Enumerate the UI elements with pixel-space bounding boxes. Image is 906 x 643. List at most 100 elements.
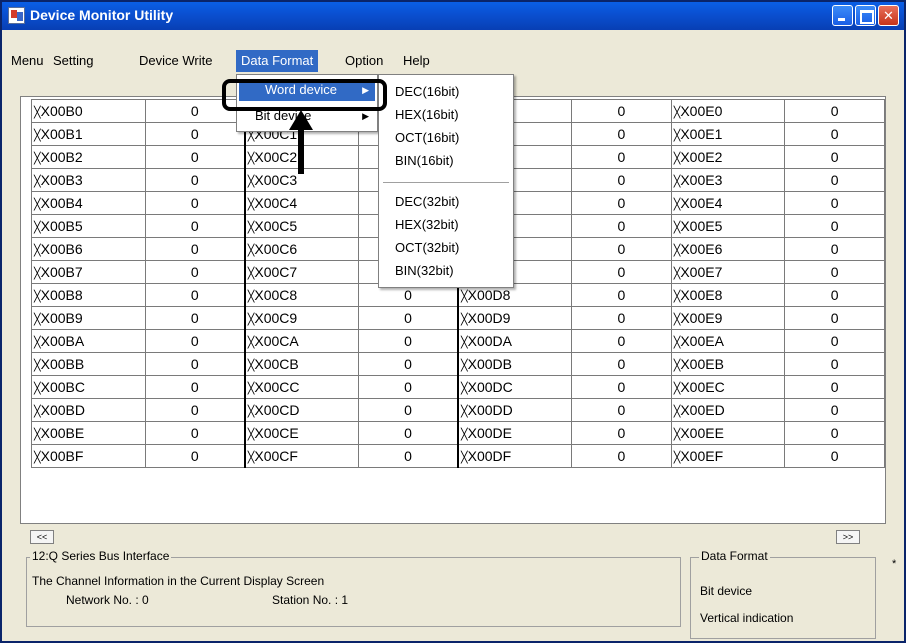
device-address-cell: X00C5 [243,214,359,238]
device-value-cell[interactable]: 0 [571,214,672,238]
device-value-cell[interactable]: 0 [784,352,885,376]
device-value-cell[interactable]: 0 [571,283,672,307]
device-value-cell[interactable]: 0 [784,99,885,123]
device-value-cell[interactable]: 0 [357,375,459,399]
device-value-cell[interactable]: 0 [144,306,246,330]
menu-data-format[interactable]: Data Format [236,50,319,72]
device-value-cell[interactable]: 0 [357,329,459,353]
device-value-cell[interactable]: 0 [357,421,459,445]
device-value-cell[interactable]: 0 [784,421,885,445]
menu-setting[interactable]: Setting [48,50,98,72]
device-address-cell: X00C6 [243,237,359,261]
device-address-cell: X00E3 [670,168,786,192]
device-value-cell[interactable]: 0 [357,352,459,376]
device-value-cell[interactable]: 0 [571,398,672,422]
device-value-cell[interactable]: 0 [571,421,672,445]
callout-arrow-icon [289,110,313,130]
device-value-cell[interactable]: 0 [571,237,672,261]
submenu-bin-16bit[interactable]: BIN(16bit) [395,150,454,172]
device-value-cell[interactable]: 0 [144,421,246,445]
device-address-cell: X00CB [243,352,359,376]
device-value-cell[interactable]: 0 [144,191,246,215]
device-value-cell[interactable]: 0 [784,329,885,353]
device-value-cell[interactable]: 0 [357,306,459,330]
device-value-cell[interactable]: 0 [571,375,672,399]
submenu-oct-16bit[interactable]: OCT(16bit) [395,127,459,149]
device-value-cell[interactable]: 0 [571,168,672,192]
device-value-cell[interactable]: 0 [784,375,885,399]
device-address-cell: X00BF [31,444,146,468]
device-value-cell[interactable]: 0 [784,191,885,215]
device-value-cell[interactable]: 0 [784,168,885,192]
device-value-cell[interactable]: 0 [571,122,672,146]
device-address-cell: X00E5 [670,214,786,238]
device-address-cell: X00B1 [31,122,146,146]
submenu-hex-16bit[interactable]: HEX(16bit) [395,104,459,126]
title-bar[interactable]: Device Monitor Utility ✕ [2,2,904,30]
submenu-bin-32bit[interactable]: BIN(32bit) [395,260,454,282]
device-value-cell[interactable]: 0 [144,352,246,376]
bus-info-title: 12:Q Series Bus Interface [30,549,172,563]
device-value-cell[interactable]: 0 [144,168,246,192]
device-address-cell: X00EF [670,444,786,468]
device-value-cell[interactable]: 0 [784,122,885,146]
device-value-cell[interactable]: 0 [144,283,246,307]
device-address-cell: X00EC [670,375,786,399]
device-value-cell[interactable]: 0 [571,306,672,330]
device-value-cell[interactable]: 0 [784,145,885,169]
device-value-cell[interactable]: 0 [784,306,885,330]
device-value-cell[interactable]: 0 [571,352,672,376]
device-value-cell[interactable]: 0 [144,145,246,169]
device-address-cell: X00C8 [243,283,359,307]
submenu-separator [383,182,509,183]
window-title: Device Monitor Utility [30,7,174,23]
device-address-cell: X00CC [243,375,359,399]
device-value-cell[interactable]: 0 [357,444,459,468]
menu-bar: Menu Setting Device Write Data Format Op… [2,30,904,74]
device-value-cell[interactable]: 0 [144,214,246,238]
submenu-dec-32bit[interactable]: DEC(32bit) [395,191,459,213]
device-value-cell[interactable]: 0 [144,237,246,261]
maximize-button[interactable] [855,5,876,26]
scroll-right-button[interactable]: >> [836,530,860,544]
device-value-cell[interactable]: 0 [571,145,672,169]
device-value-cell[interactable]: 0 [357,398,459,422]
submenu-oct-32bit[interactable]: OCT(32bit) [395,237,459,259]
device-value-cell[interactable]: 0 [784,444,885,468]
device-address-cell: X00EA [670,329,786,353]
device-value-cell[interactable]: 0 [571,99,672,123]
menu-menu[interactable]: Menu [6,50,49,72]
menu-device-write[interactable]: Device Write [134,50,217,72]
device-value-cell[interactable]: 0 [571,191,672,215]
device-value-cell[interactable]: 0 [784,260,885,284]
device-address-cell: X00BA [31,329,146,353]
submenu-hex-32bit[interactable]: HEX(32bit) [395,214,459,236]
device-value-cell[interactable]: 0 [144,444,246,468]
scroll-left-button[interactable]: << [30,530,54,544]
device-value-cell[interactable]: 0 [784,237,885,261]
device-value-cell[interactable]: 0 [571,329,672,353]
minimize-button[interactable] [832,5,853,26]
device-address-cell: X00DC [456,375,573,399]
menu-help[interactable]: Help [398,50,435,72]
horizontal-scroll: << >> [30,530,882,544]
station-number: Station No. : 1 [272,593,349,607]
close-button[interactable]: ✕ [878,5,899,26]
device-address-cell: X00B8 [31,283,146,307]
device-address-cell: X00BB [31,352,146,376]
device-value-cell[interactable]: 0 [571,260,672,284]
device-value-cell[interactable]: 0 [144,329,246,353]
menu-option[interactable]: Option [340,50,388,72]
device-value-cell[interactable]: 0 [144,122,246,146]
device-value-cell[interactable]: 0 [144,260,246,284]
device-value-cell[interactable]: 0 [784,214,885,238]
device-address-cell: X00C9 [243,306,359,330]
device-value-cell[interactable]: 0 [784,283,885,307]
device-value-cell[interactable]: 0 [784,398,885,422]
device-value-cell[interactable]: 0 [144,375,246,399]
submenu-dec-16bit[interactable]: DEC(16bit) [395,81,459,103]
device-address-cell: X00DE [456,421,573,445]
device-address-cell: X00B0 [31,99,146,123]
device-value-cell[interactable]: 0 [571,444,672,468]
device-value-cell[interactable]: 0 [144,398,246,422]
